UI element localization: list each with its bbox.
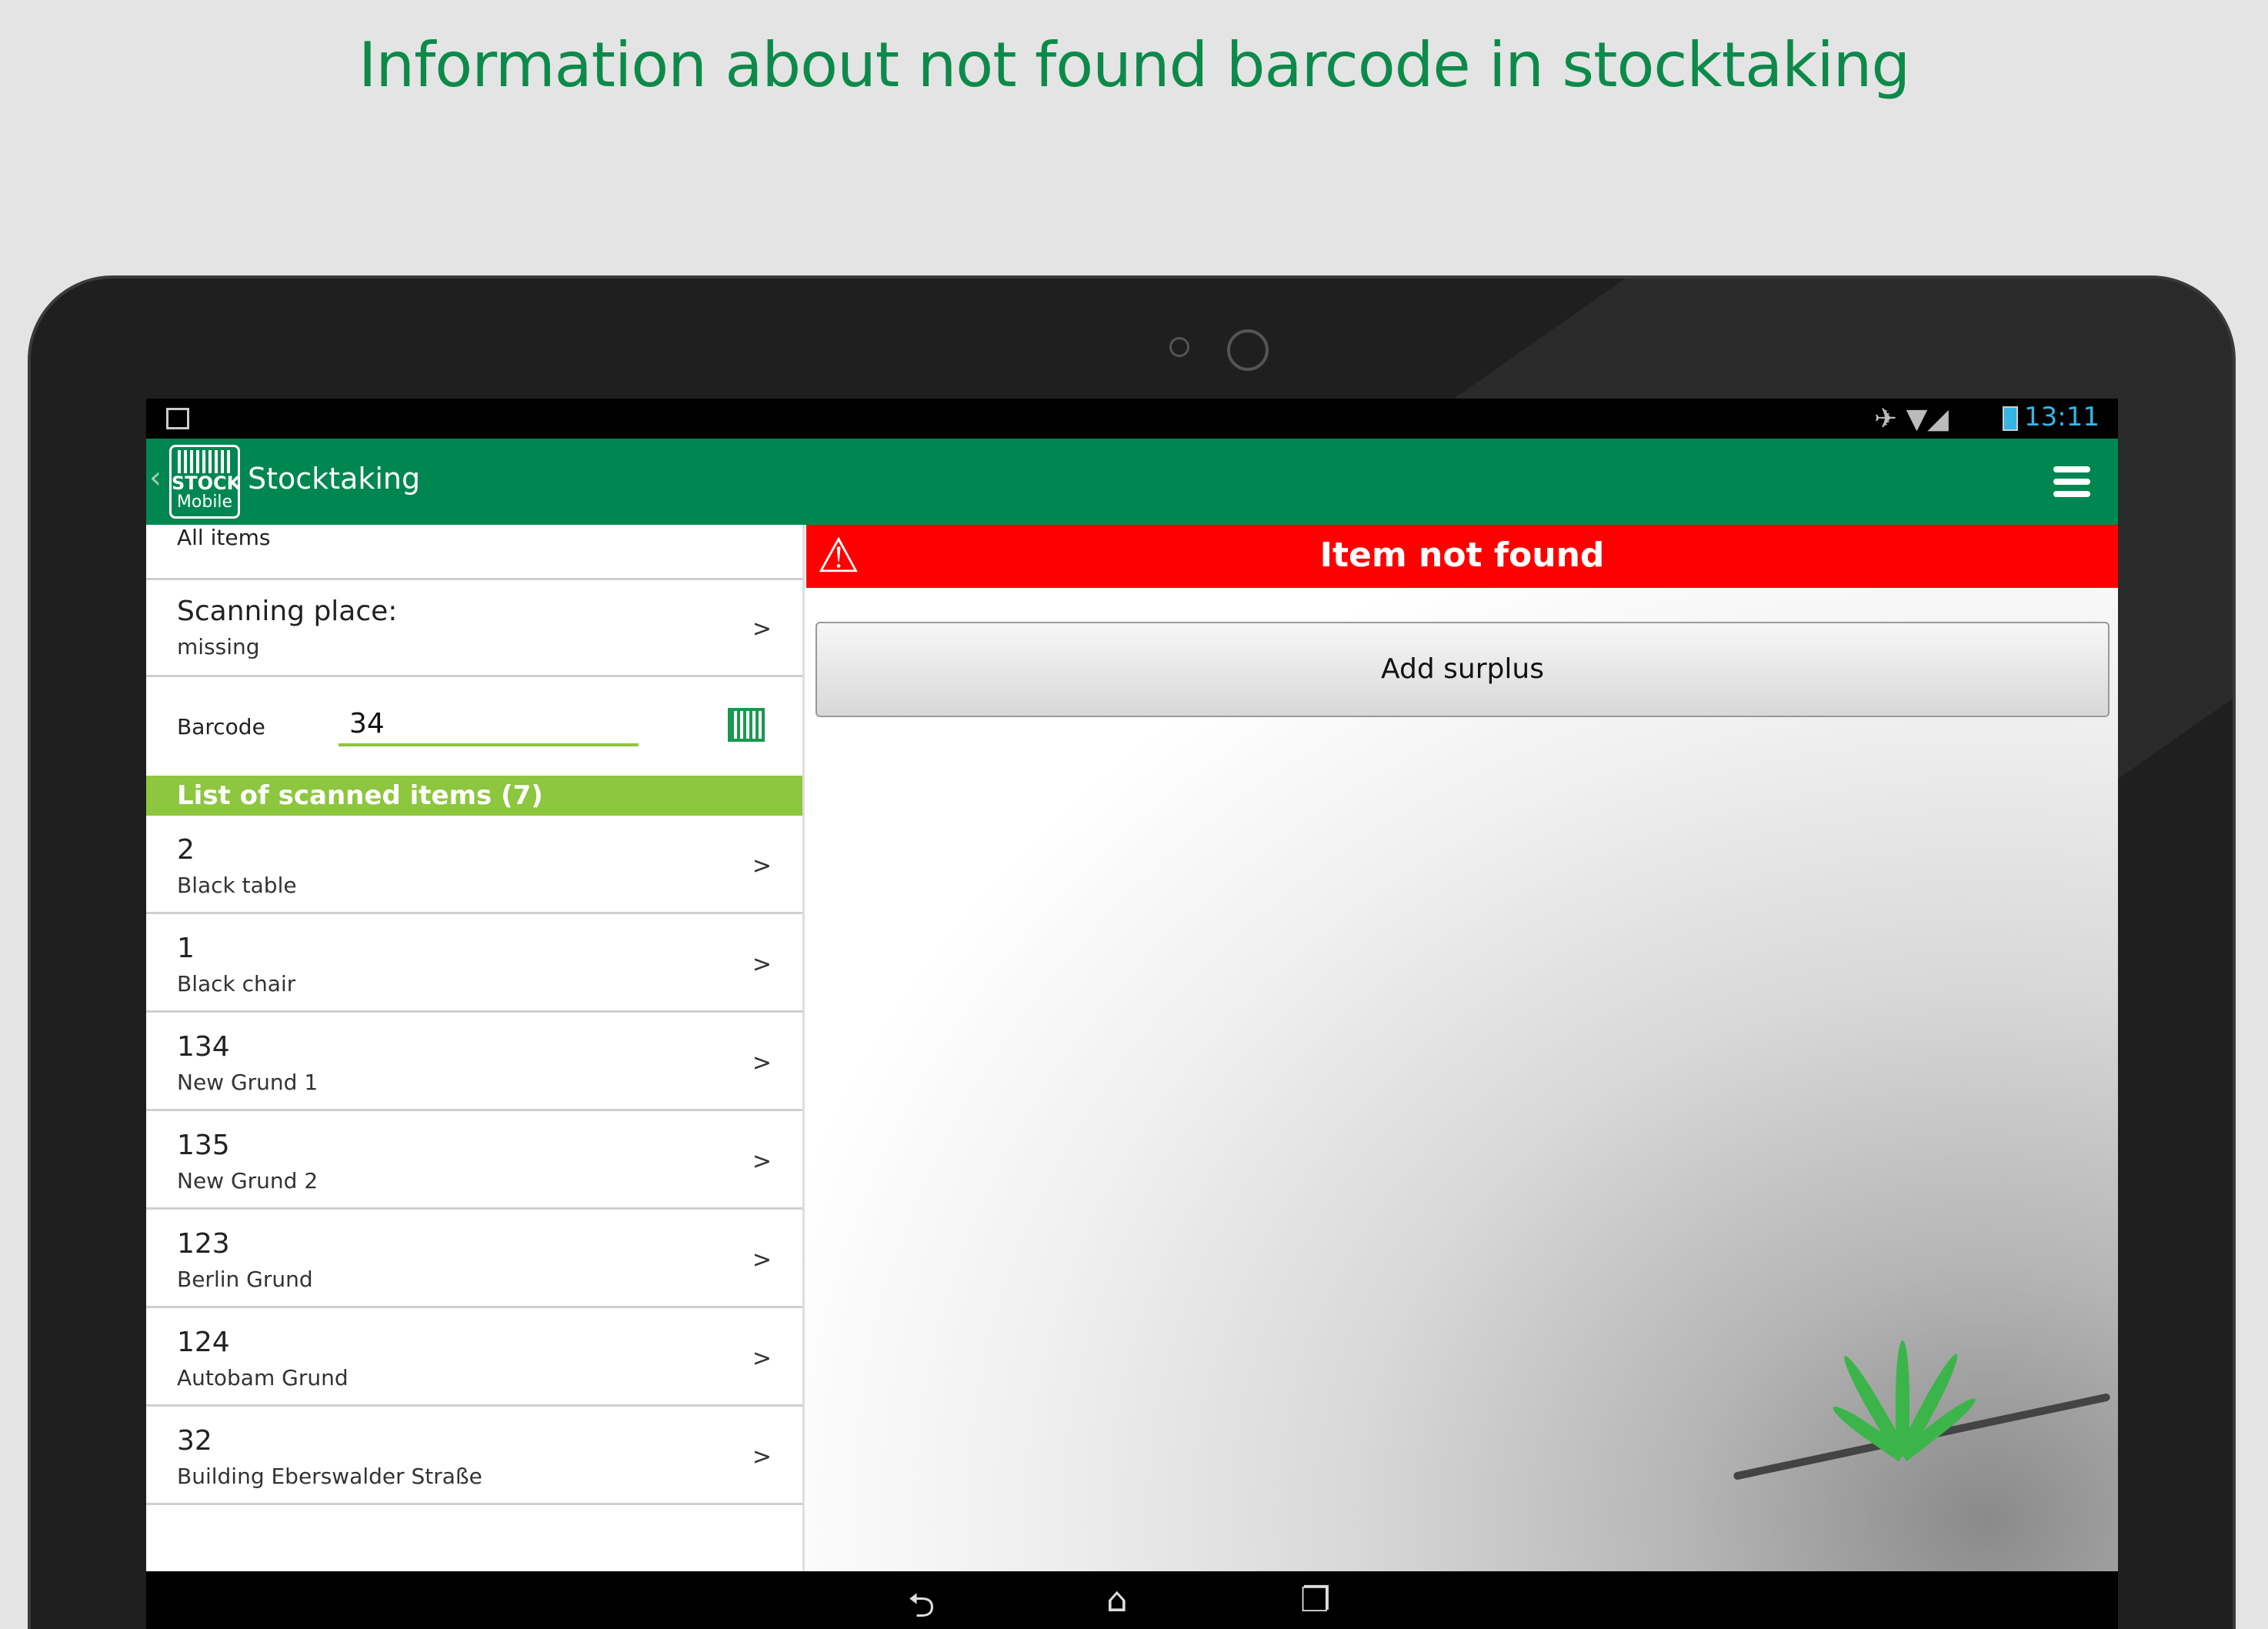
item-number: 123 <box>177 1228 230 1260</box>
item-name: Black chair <box>177 971 296 996</box>
navigation-bar: ⮌ ⌂ ❐ <box>146 1571 2118 1629</box>
item-name: Building Eberswalder Straße <box>177 1464 482 1489</box>
scanned-items-list: 2 Black table >1 Black chair >134 New Grund 1… <box>146 816 802 1505</box>
gallery-notification-icon <box>166 408 189 429</box>
item-number: 32 <box>177 1425 212 1457</box>
item-number: 124 <box>177 1327 230 1358</box>
action-bar: ‹ STOCK Mobile Stocktaking <box>146 439 2118 525</box>
alert-title: Item not found <box>1319 536 1605 575</box>
item-name: New Grund 1 <box>177 1070 319 1095</box>
chevron-right-icon: > <box>752 853 772 880</box>
recent-apps-icon[interactable]: ❐ <box>1300 1581 1330 1620</box>
barcode-scan-icon[interactable] <box>728 708 765 742</box>
chevron-right-icon: > <box>752 1345 772 1372</box>
camera-icon <box>1227 329 1269 371</box>
list-item[interactable]: 2 Black table > <box>146 816 802 914</box>
chevron-right-icon: > <box>752 616 772 643</box>
all-items-row[interactable]: All items <box>146 525 802 580</box>
signal-icons: ✈ ▼◢ <box>1874 403 1949 435</box>
item-name: Black table <box>177 873 297 898</box>
chevron-right-icon: > <box>752 1148 772 1175</box>
back-icon[interactable]: ⮌ <box>908 1581 935 1629</box>
chevron-right-icon: > <box>752 951 772 978</box>
list-item[interactable]: 124 Autobam Grund > <box>146 1308 802 1407</box>
chevron-right-icon: > <box>752 1247 772 1273</box>
headline: Information about not found barcode in s… <box>358 29 1910 101</box>
menu-icon[interactable] <box>2053 466 2090 503</box>
item-number: 134 <box>177 1031 230 1063</box>
device-screen: ✈ ▼◢ 13:11 ‹ STOCK Mobile Stocktaking Al… <box>146 399 2118 1629</box>
app-logo[interactable]: STOCK Mobile <box>169 445 240 519</box>
barcode-input[interactable] <box>339 703 639 746</box>
home-icon[interactable]: ⌂ <box>1106 1581 1128 1620</box>
list-item[interactable]: 134 New Grund 1 > <box>146 1013 802 1111</box>
item-number: 135 <box>177 1130 230 1161</box>
barcode-row: Barcode <box>146 677 802 776</box>
logo-line2: Mobile <box>176 492 233 512</box>
barcode-label: Barcode <box>177 714 265 739</box>
plant-image <box>1829 1325 1980 1462</box>
item-name: Berlin Grund <box>177 1267 313 1292</box>
status-bar: ✈ ▼◢ 13:11 <box>146 399 2118 439</box>
page-title: Stocktaking <box>248 462 421 496</box>
all-items-label: All items <box>177 525 271 550</box>
scanning-place-value: missing <box>177 634 260 659</box>
logo-line1: STOCK <box>172 472 240 494</box>
battery-icon <box>2003 406 2018 431</box>
left-panel: All items Scanning place: missing > Barc… <box>146 525 805 1571</box>
list-item[interactable]: 32 Building Eberswalder Straße > <box>146 1407 802 1505</box>
chevron-right-icon: > <box>752 1050 772 1077</box>
item-name: Autobam Grund <box>177 1365 349 1390</box>
add-surplus-button[interactable]: Add surplus <box>815 622 2110 717</box>
item-number: 1 <box>177 933 195 964</box>
alert-banner: ⚠ Item not found <box>806 525 2118 588</box>
list-item[interactable]: 135 New Grund 2 > <box>146 1111 802 1210</box>
list-item[interactable]: 1 Black chair > <box>146 914 802 1013</box>
up-caret-icon[interactable]: ‹ <box>149 460 162 496</box>
right-panel: ⚠ Item not found Add surplus <box>806 525 2118 1571</box>
sensor-icon <box>1169 337 1189 357</box>
item-name: New Grund 2 <box>177 1168 319 1193</box>
barcode-logo-icon <box>178 450 232 473</box>
list-item[interactable]: 123 Berlin Grund > <box>146 1210 802 1308</box>
scanning-place-label: Scanning place: <box>177 596 398 627</box>
item-number: 2 <box>177 834 195 866</box>
list-header: List of scanned items (7) <box>146 776 802 816</box>
status-time: 13:11 <box>2024 402 2100 432</box>
scanning-place-row[interactable]: Scanning place: missing > <box>146 580 802 677</box>
chevron-right-icon: > <box>752 1444 772 1470</box>
